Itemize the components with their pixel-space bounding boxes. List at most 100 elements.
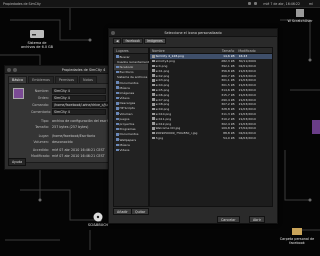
file-name: sc45.png [155, 87, 170, 92]
desktop-icon-label: Carpeta personal de facebook [279, 237, 315, 245]
field-comentario: Comentario: SimCity 4 [31, 109, 106, 115]
file-row[interactable]: simcity4.png 282,3 kB 30/11/2009 [150, 59, 272, 64]
order-input[interactable]: SimCity 4 [52, 95, 106, 101]
desktop-icon-scratch[interactable]: W ScratchUser [282, 8, 318, 23]
image-file-icon [152, 117, 155, 121]
sidebar-item-label: Descargas [119, 101, 136, 106]
file-modified: 21/03/2010 [238, 83, 256, 88]
file-name: sc412.png [155, 121, 172, 126]
file-name: sc411.png [155, 116, 172, 121]
field-lugar: Lugar:/home/facebook/Escritorio [38, 134, 96, 138]
cancel-button[interactable]: Cancelar [217, 216, 240, 223]
sidebar-item-label: Videos [119, 147, 130, 152]
path-crumb-home[interactable]: facebook [122, 38, 144, 44]
file-row[interactable]: Welcome CD.jpg 109,8 kB 27/02/2010 [150, 126, 272, 131]
path-crumb-images[interactable]: Imágenes [144, 38, 166, 44]
file-modified: 16:43 [238, 54, 248, 59]
application-icon [296, 9, 304, 17]
comment-input[interactable]: SimCity 4 [52, 109, 106, 115]
file-name: sc47.png [155, 97, 170, 102]
file-row[interactable]: sc48.png 307,2 kB 21/03/2010 [150, 102, 272, 107]
sidebar-item[interactable]: Usados recientemente [114, 59, 151, 64]
file-row[interactable]: sc41.png 356,8 kB 21/03/2010 [150, 68, 272, 73]
sidebar-item[interactable]: Sistema de archivos [114, 75, 148, 80]
file-row[interactable]: SimCity 4_128.png 14,6 kB 16:43 [150, 54, 272, 59]
file-modified: 21/03/2010 [238, 78, 256, 83]
close-icon[interactable] [111, 30, 115, 35]
file-row[interactable]: sc43.png 301,1 kB 21/03/2010 [150, 78, 272, 83]
file-row[interactable]: sc412.png 302,4 kB 21/03/2010 [150, 121, 272, 126]
file-row[interactable]: sc410.png 311,3 kB 21/03/2010 [150, 112, 272, 117]
minimize-icon[interactable] [12, 67, 17, 72]
file-name: sc48.png [155, 102, 170, 107]
sidebar-item-label: Imágenes [119, 90, 135, 95]
file-row[interactable]: sc49.png 328,8 kB 21/03/2010 [150, 107, 272, 112]
column-modified[interactable]: Modificado [236, 48, 272, 53]
file-row[interactable]: sc411.png 310,2 kB 21/03/2010 [150, 116, 272, 121]
file-size: 109,8 kB [221, 126, 235, 131]
volume-icon[interactable] [254, 2, 258, 5]
desktop-icon-filesystem[interactable]: Sistema de archivos de 6.0 GB [20, 28, 54, 49]
add-button[interactable]: Añadir [113, 208, 132, 215]
remove-button[interactable]: Quitar [131, 208, 150, 215]
desktop-icon-label: SCI&BBUCH [87, 223, 109, 227]
tab-permisos[interactable]: Permisos [54, 76, 79, 83]
folder-icon [116, 102, 119, 105]
file-name: simcity4.png [155, 59, 175, 64]
folder-icon [116, 107, 119, 110]
user-name[interactable]: ml [306, 2, 316, 6]
open-button[interactable]: Abrir [249, 216, 265, 223]
file-row[interactable]: 2009050009_750x850_r.jpg 88,8 kB 02/02/201… [150, 131, 272, 136]
file-modified: 21/03/2010 [238, 107, 256, 112]
help-button[interactable]: Ayuda [8, 158, 27, 166]
file-row[interactable]: 3.jpg 54,0 kB 04/03/2010 [150, 136, 272, 141]
field-volumen: Volumen: desconocido [33, 140, 73, 144]
column-size[interactable]: Tamaño [212, 48, 237, 53]
tab-notas[interactable]: Notas [79, 76, 97, 83]
desktop-icon-cd[interactable]: SCI&BBUCH [86, 212, 110, 227]
tab-basico[interactable]: Básico [8, 76, 28, 83]
launcher-icon[interactable] [13, 88, 24, 99]
image-file-icon [152, 103, 155, 106]
file-row[interactable]: sc44.png 301,5 kB 21/03/2010 [150, 83, 272, 88]
column-name[interactable]: Nombre [150, 48, 212, 53]
sidebar-item-label: Documentos [119, 80, 139, 85]
file-name-cell: simcity4.png [150, 59, 213, 63]
sidebar-item-label: HP Scripts [119, 106, 135, 111]
field-orden: Orden: SimCity 4 [31, 95, 106, 101]
folder-icon [116, 55, 119, 58]
tab-emblemas[interactable]: Emblemas [28, 76, 54, 83]
taskbar-window-title[interactable]: Propiedades de SimCity [0, 2, 44, 6]
file-row[interactable]: sc46.png 315,7 kB 21/03/2010 [150, 92, 272, 97]
file-name: sc44.png [155, 83, 170, 88]
close-icon[interactable] [7, 67, 11, 72]
file-modified: 21/03/2010 [238, 116, 256, 121]
folder-icon [116, 91, 119, 95]
system-tray: mié 7 de abr, 16:46:22 ml [248, 2, 320, 6]
home-folder-icon [292, 228, 302, 235]
file-size: 88,8 kB [223, 131, 235, 136]
file-row[interactable]: sc42.png 400,7 kB 21/03/2010 [150, 73, 272, 78]
file-name-cell: sc44.png [150, 83, 213, 87]
image-file-icon [152, 127, 155, 130]
window-controls [7, 67, 17, 72]
file-size: 14,6 kB [223, 54, 235, 59]
chooser-titlebar[interactable]: Seleccione el icono personalizado [109, 29, 277, 37]
file-row[interactable]: sc45.png 314,6 kB 21/03/2010 [150, 88, 272, 93]
path-back-icon[interactable]: ◀ [113, 38, 122, 44]
folder-icon [116, 112, 119, 115]
name-input[interactable]: SimCity 4 [52, 88, 106, 94]
sidebar-item-label: Volumen [119, 111, 133, 116]
network-icon[interactable] [248, 2, 252, 5]
file-row[interactable]: sc4.png 392,1 kB 02/01/2010 [150, 64, 272, 69]
sidebar-item-label: facebook [119, 64, 134, 69]
sidebar-item[interactable]: Videos [114, 147, 148, 152]
file-row[interactable]: sc47.png 290,4 kB 21/03/2010 [150, 97, 272, 102]
sidebar-item-label: Escritorio [119, 70, 134, 75]
desktop-icon-simcity[interactable] [312, 120, 320, 135]
file-modified: 21/03/2010 [238, 121, 256, 126]
desktop-icon-home[interactable]: Carpeta personal de facebook [276, 226, 318, 245]
file-name-cell: sc4.png [150, 64, 213, 68]
clock[interactable]: mié 7 de abr, 16:46:22 [260, 2, 303, 6]
image-file-icon [152, 64, 155, 68]
